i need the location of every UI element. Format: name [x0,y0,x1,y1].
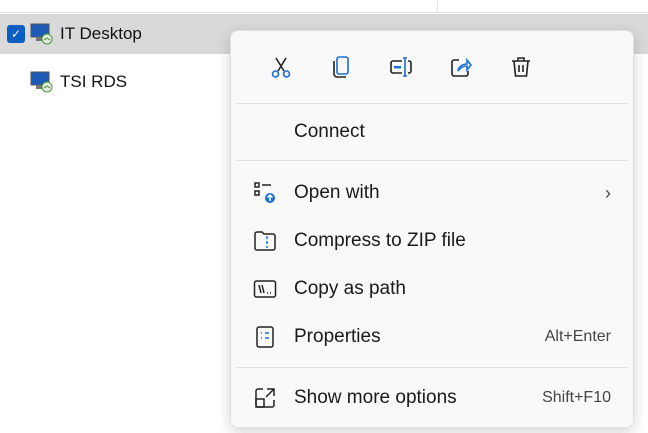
open-with-icon [254,182,275,203]
remote-desktop-icon [30,71,53,93]
menu-item-compress[interactable]: Compress to ZIP file [231,217,633,265]
delete-button[interactable] [491,47,551,87]
shortcut-label: Alt+Enter [544,328,611,345]
column-divider [437,0,438,12]
properties-icon [256,326,274,348]
menu-label: Show more options [294,387,457,408]
delete-icon [512,57,530,77]
cut-icon [271,57,291,78]
menu-label: Copy as path [294,278,406,299]
menu-item-connect[interactable]: Connect [231,104,633,160]
copy-path-icon [253,280,277,298]
zip-folder-icon [254,231,276,251]
show-more-icon [255,388,275,408]
menu-toolbar [231,31,633,103]
menu-label: Open with [294,182,380,203]
share-icon [451,57,473,77]
item-label: TSI RDS [60,72,128,91]
shortcut-label: Shift+F10 [542,389,611,406]
rename-button[interactable] [371,47,431,87]
share-button[interactable] [431,47,491,87]
rename-icon [390,57,412,77]
menu-item-show-more-options[interactable]: Show more options Shift+F10 [231,368,633,428]
copy-button[interactable] [311,47,371,87]
menu-item-open-with[interactable]: Open with › [231,169,633,217]
remote-desktop-icon [30,23,53,45]
item-label: IT Desktop [60,24,142,43]
menu-item-properties[interactable]: Properties Alt+Enter [231,313,633,361]
menu-label: Compress to ZIP file [294,230,466,251]
context-menu: Connect Open with › Compress to ZIP file… [230,30,634,428]
cut-button[interactable] [251,47,311,87]
menu-label: Connect [294,121,365,142]
copy-icon [333,56,349,78]
menu-label: Properties [294,326,381,347]
checkbox[interactable]: ✓ [7,25,25,43]
divider [0,12,648,13]
menu-item-copy-path[interactable]: Copy as path [231,265,633,313]
chevron-right-icon: › [605,182,611,203]
